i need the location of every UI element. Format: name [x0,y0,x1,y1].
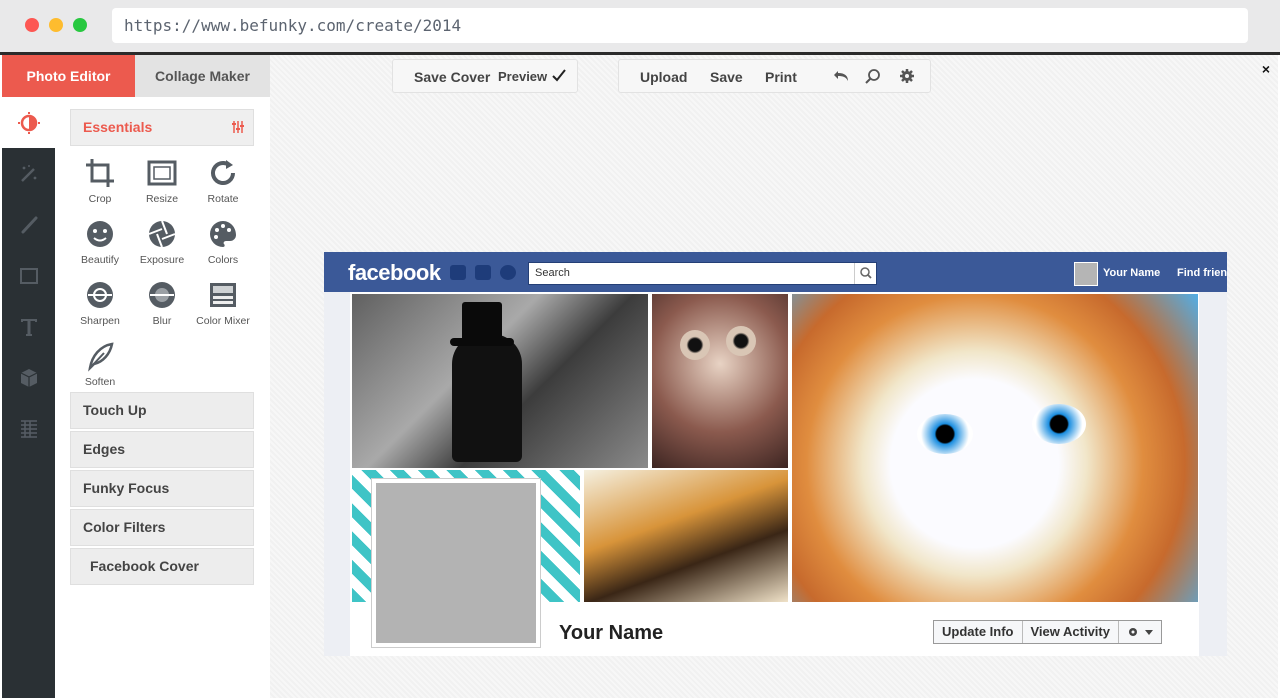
checkmark-icon[interactable] [551,68,567,84]
tool-color-mixer[interactable]: Color Mixer [192,279,254,327]
tool-exposure[interactable]: Exposure [131,218,193,266]
cover-photo-tabby-kitten [652,294,788,468]
facebook-search-input: Search [528,262,877,285]
rail-textures[interactable] [2,403,55,454]
tool-rotate[interactable]: Rotate [192,157,254,205]
minimize-window-button[interactable] [49,18,63,32]
tab-photo-editor[interactable]: Photo Editor [2,55,135,104]
palette-icon [210,221,236,247]
facebook-profile-name: Your Name [559,622,664,644]
close-editor-button[interactable]: × [1262,61,1270,77]
tool-crop[interactable]: Crop [69,157,131,205]
rail-effects[interactable] [2,148,55,199]
profile-picture [376,483,536,643]
facebook-find-friends: Find frien [1177,267,1227,279]
magic-wand-icon [20,164,36,182]
blur-icon [149,282,175,308]
feather-icon [88,342,114,372]
beautify-icon [87,221,113,247]
tool-resize[interactable]: Resize [131,157,193,205]
cover-photo-sleeping-kitten [584,470,788,602]
file-toolbar: Upload Save Print [618,59,931,93]
sharpen-icon [87,282,113,308]
befunky-app: Photo Editor Collage Maker Essentials Cr… [2,55,1278,698]
upload-button[interactable]: Upload [640,69,687,85]
tool-soften[interactable]: Soften [69,340,131,388]
rail-text[interactable] [2,301,55,352]
section-color-filters[interactable]: Color Filters [70,509,254,546]
maximize-window-button[interactable] [73,18,87,32]
rail-graphics[interactable] [2,352,55,403]
color-mixer-icon [210,283,236,307]
preview-toggle[interactable]: Preview [498,69,547,84]
print-button[interactable]: Print [765,69,797,85]
rail-artsy[interactable] [2,199,55,250]
tool-category-rail [2,97,55,698]
cube-icon [20,368,37,387]
facebook-notification-icons [450,265,516,280]
rotate-icon [211,160,235,185]
gear-icon[interactable] [899,68,915,84]
facebook-logo: facebook [348,260,441,285]
texture-icon [20,419,37,438]
facebook-user-avatar [1074,262,1098,286]
tab-collage-maker[interactable]: Collage Maker [135,55,270,97]
facebook-profile-actions: Update Info View Activity [933,620,1162,644]
close-window-button[interactable] [25,18,39,32]
facebook-cover-preview: facebook Search Your Name Find frien You… [324,252,1227,656]
save-button[interactable]: Save [710,69,743,85]
tool-sharpen[interactable]: Sharpen [69,279,131,327]
view-activity-button[interactable]: View Activity [1023,621,1119,643]
text-icon [20,318,37,336]
cover-photo-black-cat [352,294,648,468]
cover-photo-bread-cat [792,294,1198,602]
save-cover-button[interactable]: Save Cover [414,69,490,85]
tool-beautify[interactable]: Beautify [69,218,131,266]
frame-icon [19,267,38,284]
mode-tabs: Photo Editor Collage Maker [2,55,270,104]
crop-icon [86,159,114,187]
profile-settings-button[interactable] [1119,621,1161,643]
tool-blur[interactable]: Blur [131,279,193,327]
essentials-panel: Essentials Crop Resize Rotate Beautify E… [55,97,270,698]
essentials-label: Essentials [83,119,153,135]
resize-icon [147,160,177,186]
undo-icon[interactable] [833,68,849,84]
zoom-icon[interactable] [865,68,881,84]
rail-essentials[interactable] [2,97,55,148]
rail-frames[interactable] [2,250,55,301]
section-edges[interactable]: Edges [70,431,254,468]
browser-chrome: https://www.befunky.com/create/2014 [0,0,1280,52]
section-funky-focus[interactable]: Funky Focus [70,470,254,507]
tool-colors[interactable]: Colors [192,218,254,266]
update-info-button[interactable]: Update Info [934,621,1023,643]
section-facebook-cover[interactable]: Facebook Cover [70,548,254,585]
essentials-header[interactable]: Essentials [70,109,254,146]
brush-icon [21,216,37,233]
sliders-icon[interactable] [231,120,245,134]
friends-icon [450,265,466,280]
aperture-icon [148,220,176,248]
address-bar[interactable]: https://www.befunky.com/create/2014 [112,8,1248,43]
facebook-header-bar: facebook Search Your Name Find frien [324,252,1227,292]
cover-toolbar: Save Cover Preview [392,59,578,93]
messages-icon [475,265,491,280]
contrast-icon [17,111,40,134]
gear-dropdown-icon [1128,628,1153,636]
facebook-user-name: Your Name [1103,267,1161,279]
section-touch-up[interactable]: Touch Up [70,392,254,429]
globe-icon [500,265,516,280]
search-icon [854,263,876,284]
profile-picture-placeholder[interactable] [371,478,541,648]
